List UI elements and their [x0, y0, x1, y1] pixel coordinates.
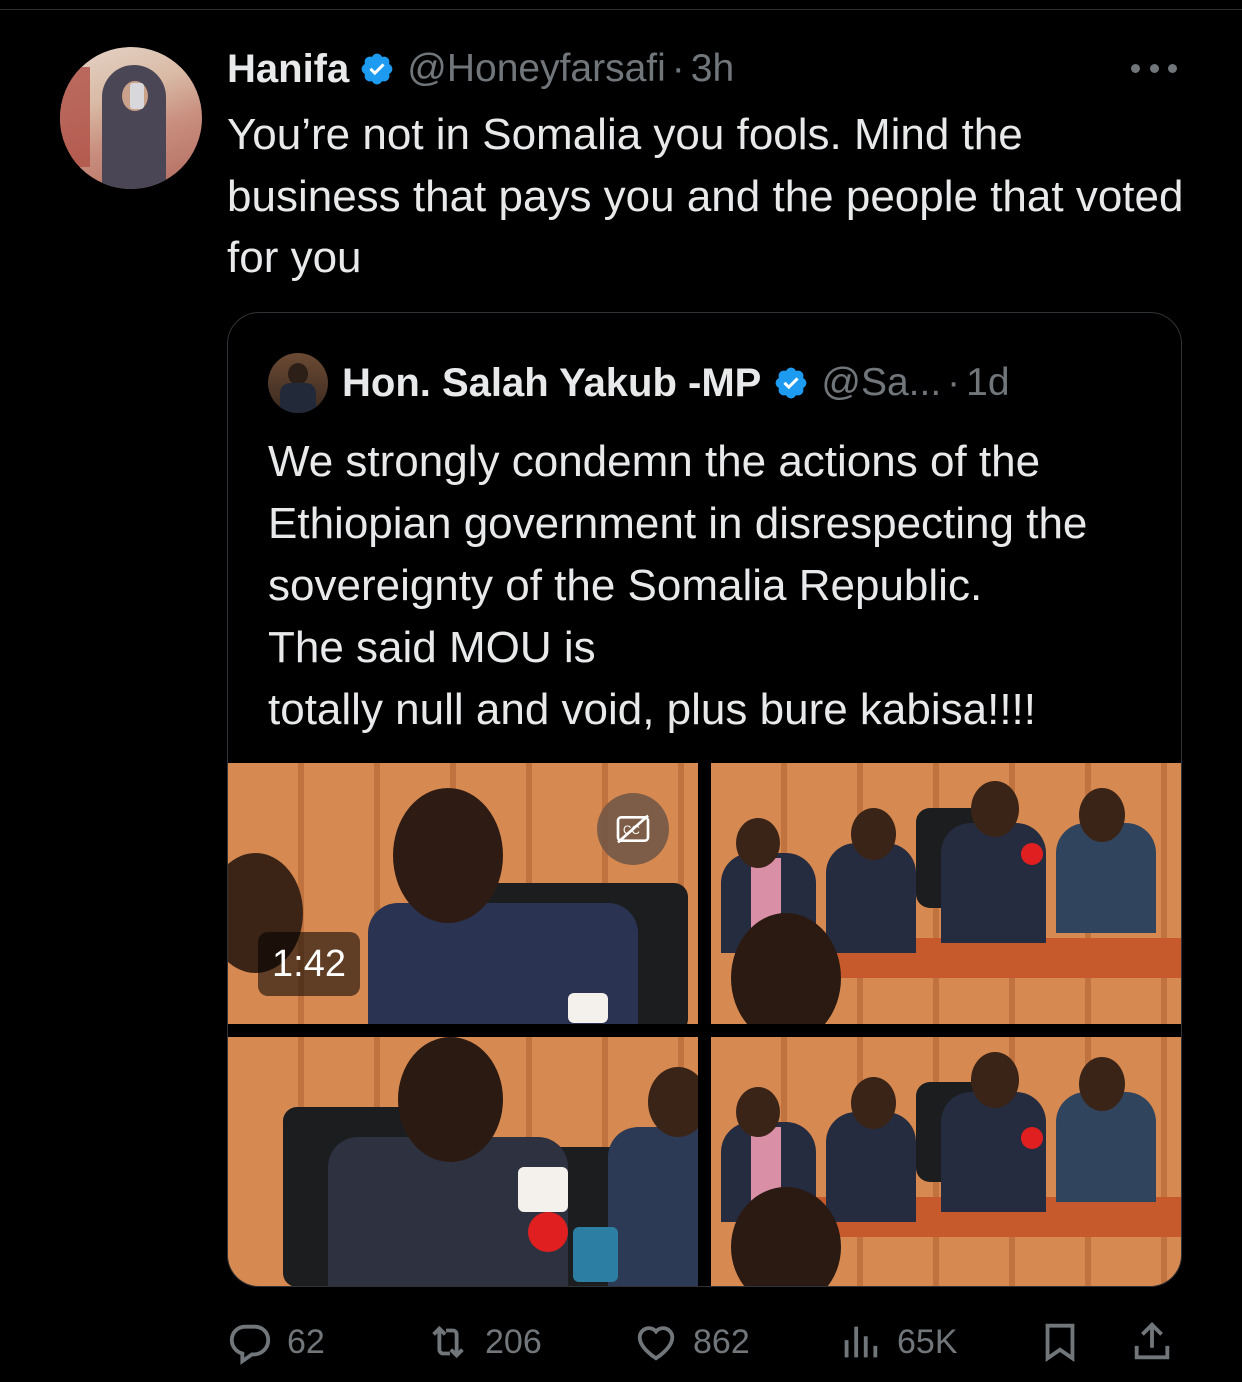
bookmark-icon	[1045, 1323, 1075, 1362]
quoted-tweet-text: We strongly condemn the actions of the E…	[268, 437, 1088, 734]
share-button[interactable]	[1129, 1312, 1189, 1372]
tweet-text: You’re not in Somalia you fools. Mind th…	[227, 110, 1184, 282]
more-options-icon[interactable]	[1131, 60, 1177, 76]
verified-badge-icon	[775, 367, 807, 399]
video-duration: 1:42	[258, 932, 360, 996]
separator-dot: ·	[671, 47, 685, 90]
tweet-time[interactable]: 3h	[691, 47, 734, 91]
like-count: 862	[693, 1322, 750, 1361]
reply-count: 62	[287, 1322, 325, 1361]
repost-icon	[432, 1325, 464, 1359]
quoted-tweet[interactable]: Hon. Salah Yakub -MP @Sa... · 1d We stro…	[227, 312, 1182, 1287]
quoted-tweet-header: Hon. Salah Yakub -MP @Sa... · 1d	[268, 353, 1010, 413]
tweet-header: Hanifa @Honeyfarsafi · 3h	[227, 44, 734, 94]
reply-icon	[229, 1324, 271, 1365]
bookmark-button[interactable]	[1037, 1312, 1097, 1372]
like-button[interactable]: 862	[633, 1312, 750, 1372]
heart-icon	[637, 1326, 675, 1361]
quoted-author-handle[interactable]: @Sa...	[821, 361, 941, 405]
verified-badge-icon[interactable]	[359, 51, 395, 87]
author-handle[interactable]: @Honeyfarsafi	[407, 47, 666, 91]
top-divider	[0, 9, 1242, 10]
tweet-actions: 62 206 862 65K	[227, 1312, 1187, 1372]
reply-button[interactable]: 62	[227, 1312, 325, 1372]
video-thumbnail[interactable]: CC 1:42	[228, 763, 698, 1024]
captions-off-icon[interactable]: CC	[597, 793, 669, 865]
views-icon	[844, 1326, 878, 1358]
quoted-tweet-time[interactable]: 1d	[966, 361, 1009, 405]
repost-button[interactable]: 206	[425, 1312, 542, 1372]
repost-count: 206	[485, 1322, 542, 1361]
quoted-author-avatar[interactable]	[268, 353, 328, 413]
separator-dot: ·	[947, 361, 961, 404]
photo-thumbnail[interactable]	[711, 1037, 1181, 1286]
quoted-author-name[interactable]: Hon. Salah Yakub -MP	[342, 361, 761, 406]
photo-thumbnail[interactable]	[711, 763, 1181, 1024]
author-avatar[interactable]	[60, 47, 202, 189]
media-grid: CC 1:42	[228, 763, 1181, 1286]
author-name[interactable]: Hanifa	[227, 47, 349, 92]
photo-thumbnail[interactable]	[228, 1037, 698, 1286]
share-icon	[1134, 1322, 1170, 1360]
views-count: 65K	[897, 1322, 958, 1361]
views-button[interactable]: 65K	[837, 1312, 958, 1372]
